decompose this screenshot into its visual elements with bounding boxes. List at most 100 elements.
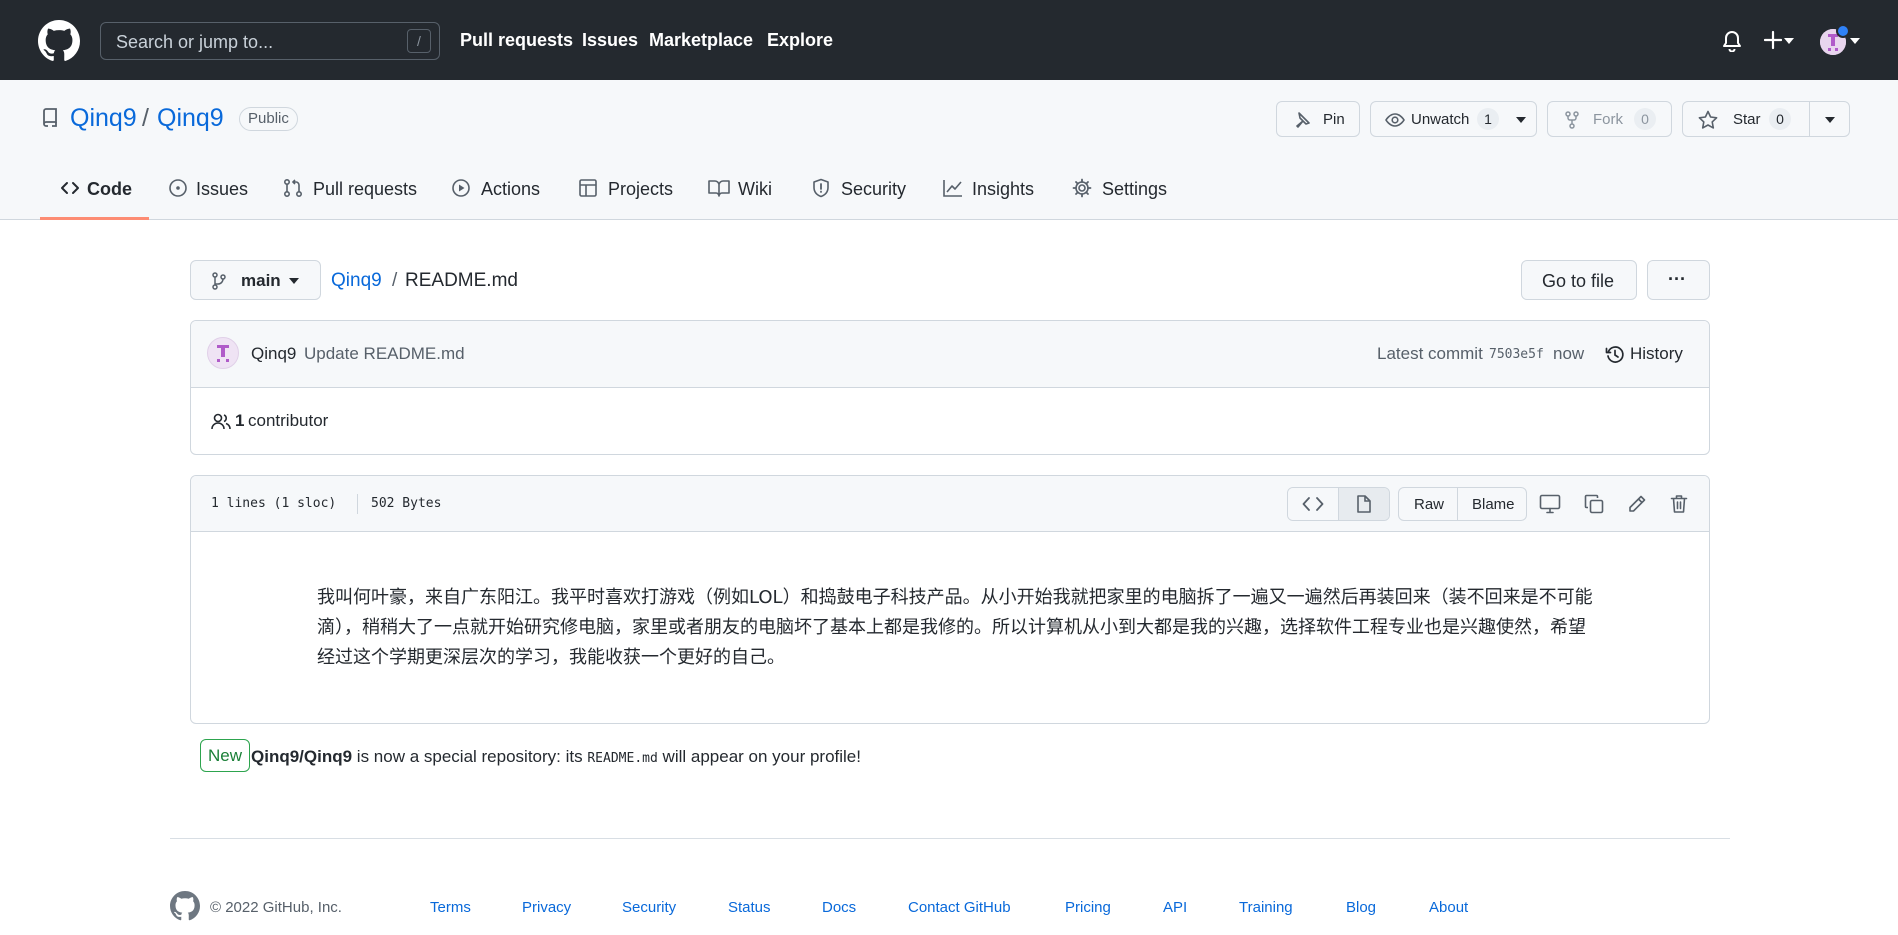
notice-text-before: is now a special repository: its (356, 747, 583, 766)
commit-message-link[interactable]: Update README.md (304, 344, 465, 364)
people-icon (211, 412, 231, 430)
footer-divider (170, 838, 1730, 839)
blame-button[interactable]: Blame (1457, 487, 1527, 521)
contributor-count[interactable]: 1 (235, 411, 244, 431)
repo-icon (42, 108, 58, 128)
repo-owner-link[interactable]: Qinq9 (70, 104, 137, 133)
display-rendered-button[interactable] (1339, 488, 1389, 520)
breadcrumb-separator: / (392, 270, 398, 291)
repo-path-separator: / (142, 104, 149, 132)
slash-shortcut-key: / (407, 29, 431, 53)
breadcrumb-filename: README.md (405, 270, 518, 291)
visibility-badge: Public (239, 107, 298, 131)
fork-count: 0 (1634, 108, 1656, 130)
unwatch-button[interactable]: Unwatch 1 (1370, 101, 1537, 137)
notice-text-after: will appear on your profile! (662, 747, 861, 766)
go-to-file-button[interactable]: Go to file (1521, 260, 1637, 300)
history-icon (1605, 345, 1625, 365)
branch-name: main (241, 271, 281, 290)
notice-code: README.md (587, 751, 658, 766)
fork-button[interactable]: Fork 0 (1547, 101, 1672, 137)
footer-link-security[interactable]: Security (622, 899, 676, 916)
issue-opened-icon (168, 178, 188, 198)
chevron-down-icon (1825, 117, 1835, 123)
active-tab-indicator (40, 217, 149, 220)
fork-label: Fork (1593, 111, 1623, 128)
pin-icon (1293, 111, 1311, 129)
table-icon (578, 178, 598, 198)
pull-request-icon (283, 178, 303, 198)
commit-author-avatar[interactable] (207, 337, 239, 369)
pencil-icon[interactable] (1627, 494, 1647, 514)
history-link[interactable]: History (1630, 344, 1683, 364)
latest-commit-label: Latest commit (1377, 344, 1483, 363)
book-icon (708, 178, 730, 198)
breadcrumb-repo-link[interactable]: Qinq9 (331, 270, 382, 292)
github-logo-icon[interactable] (38, 20, 80, 62)
file-line-count: 1 lines (1 sloc) (211, 496, 337, 511)
desktop-icon[interactable] (1539, 494, 1561, 514)
kebab-horizontal-icon: ··· (1668, 269, 1686, 289)
raw-label: Raw (1414, 496, 1445, 513)
repo-name-link[interactable]: Qinq9 (157, 104, 224, 133)
footer-link-contact[interactable]: Contact GitHub (908, 899, 1011, 916)
tab-projects-label: Projects (608, 179, 674, 199)
chevron-down-icon[interactable] (1784, 38, 1794, 44)
nav-marketplace[interactable]: Marketplace (649, 30, 753, 51)
bell-icon[interactable] (1722, 30, 1742, 52)
chevron-down-icon (289, 278, 299, 284)
footer-link-about[interactable]: About (1429, 899, 1468, 916)
readme-content: 我叫何叶豪，来自广东阳江。我平时喜欢打游戏（例如LOL）和捣鼓电子科技产品。从小… (317, 587, 1593, 668)
tab-issues-label: Issues (196, 179, 249, 199)
eye-icon (1385, 111, 1405, 129)
star-count: 0 (1769, 108, 1791, 130)
footer-link-terms[interactable]: Terms (430, 899, 471, 916)
commit-sha-link[interactable]: 7503e5f (1489, 347, 1544, 362)
display-source-button[interactable] (1288, 488, 1339, 520)
branch-select-button[interactable]: main (190, 260, 321, 300)
trash-icon[interactable] (1670, 494, 1688, 514)
tab-wiki-label: Wiki (738, 179, 772, 199)
commit-time: now (1553, 344, 1585, 363)
star-list-dropdown[interactable] (1809, 101, 1850, 137)
new-badge: New (200, 739, 251, 772)
footer-link-docs[interactable]: Docs (822, 899, 856, 916)
footer-link-status[interactable]: Status (728, 899, 771, 916)
nav-issues[interactable]: Issues (582, 30, 638, 51)
footer-link-pricing[interactable]: Pricing (1065, 899, 1111, 916)
commit-info-box: Qinq9 Update README.md Latest commit 750… (190, 320, 1710, 455)
chevron-down-icon[interactable] (1850, 38, 1860, 44)
file-icon (1356, 495, 1372, 513)
github-mark-icon[interactable] (170, 891, 200, 921)
search-input[interactable]: Search or jump to... / (100, 22, 440, 60)
file-size: 502 Bytes (371, 496, 442, 511)
tab-pull-requests-label: Pull requests (313, 179, 418, 199)
footer-link-blog[interactable]: Blog (1346, 899, 1376, 916)
footer-link-training[interactable]: Training (1239, 899, 1293, 916)
raw-button[interactable]: Raw (1398, 487, 1458, 521)
pin-button[interactable]: Pin (1276, 101, 1360, 137)
contributor-label[interactable]: contributor (248, 411, 328, 431)
plus-icon[interactable] (1764, 30, 1782, 50)
more-options-button[interactable]: ··· (1647, 260, 1710, 300)
footer-link-api[interactable]: API (1163, 899, 1187, 916)
tab-actions-label: Actions (481, 179, 541, 199)
footer-link-privacy[interactable]: Privacy (522, 899, 571, 916)
file-viewer: 1 lines (1 sloc) 502 Bytes Raw Blame 我叫何… (190, 475, 1710, 724)
graph-icon (942, 178, 964, 198)
latest-commit-bar: Qinq9 Update README.md Latest commit 750… (191, 321, 1709, 388)
star-button[interactable]: Star 0 (1682, 101, 1810, 137)
unwatch-label: Unwatch (1411, 111, 1470, 128)
file-header: 1 lines (1 sloc) 502 Bytes Raw Blame (191, 476, 1709, 532)
git-branch-icon (211, 272, 227, 290)
nav-pull-requests[interactable]: Pull requests (460, 30, 573, 51)
gear-icon (1072, 178, 1092, 198)
copy-icon[interactable] (1584, 494, 1604, 514)
notice-repo-name: Qinq9/Qinq9 (251, 747, 353, 766)
commit-author-link[interactable]: Qinq9 (251, 344, 296, 364)
notification-dot-icon (1836, 24, 1850, 38)
divider (357, 494, 358, 514)
chevron-down-icon (1516, 117, 1526, 123)
nav-explore[interactable]: Explore (767, 30, 833, 51)
search-placeholder: Search or jump to... (116, 32, 274, 52)
